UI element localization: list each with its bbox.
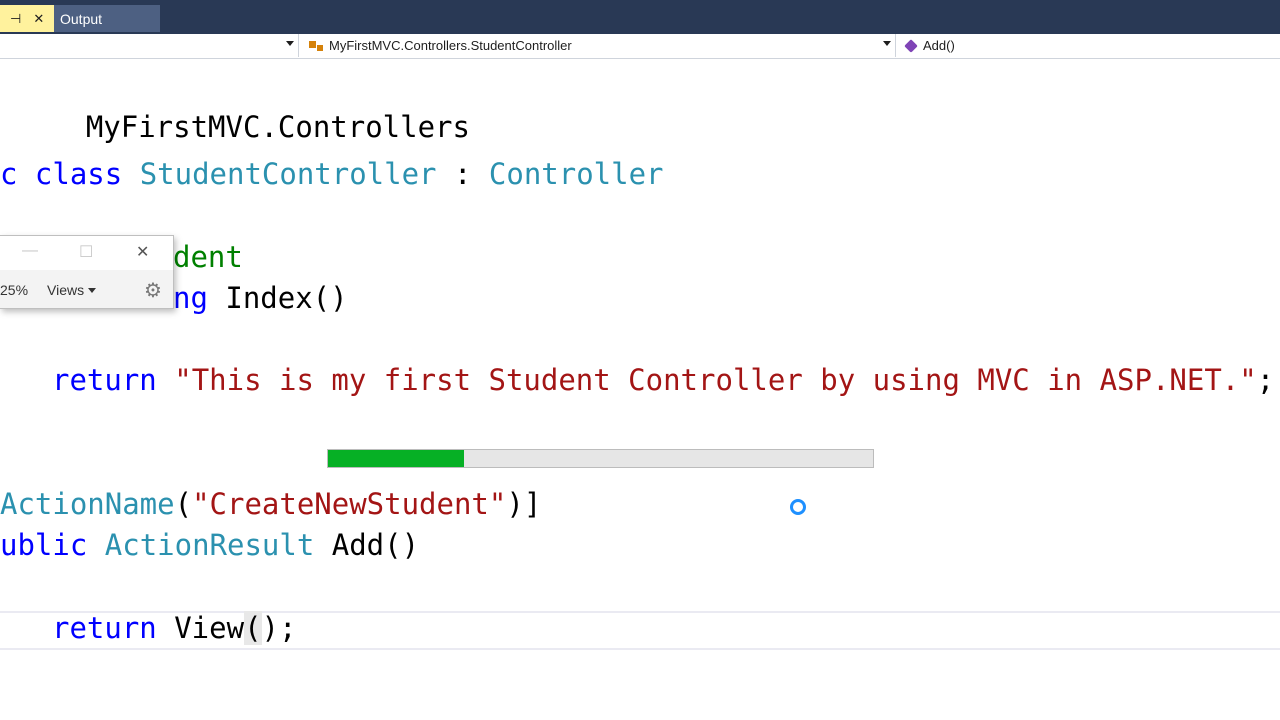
type-dropdown[interactable]: MyFirstMVC.Controllers.StudentController: [299, 34, 896, 57]
mini-window-titlebar[interactable]: — ☐ ✕: [0, 236, 173, 270]
zoom-level[interactable]: 25%: [0, 282, 28, 298]
code-line-return-string: return "This is my first Student Control…: [52, 363, 1275, 397]
chevron-down-icon: [286, 41, 294, 46]
progress-fill: [328, 450, 465, 467]
code-line-class: c class StudentController : Controller: [0, 157, 664, 191]
maximize-icon[interactable]: ☐: [79, 242, 93, 262]
views-label: Views: [47, 282, 85, 298]
chevron-down-icon: [883, 41, 891, 46]
gear-icon[interactable]: ⚙: [144, 278, 162, 303]
pin-icon[interactable]: ⊣: [10, 11, 21, 27]
mini-window-toolbar: 25% Views ⚙: [0, 270, 173, 308]
project-dropdown[interactable]: [0, 34, 299, 57]
tab-output[interactable]: Output: [54, 5, 160, 32]
code-line-attribute: ActionName("CreateNewStudent")]: [0, 487, 542, 521]
code-line-comment: dent: [173, 240, 243, 274]
member-dropdown[interactable]: Add(): [897, 34, 1280, 57]
code-line-return-view: return View();: [52, 611, 297, 645]
type-dropdown-label: MyFirstMVC.Controllers.StudentController: [329, 38, 572, 53]
document-tab-strip: ⊣ ✕ Output: [0, 0, 1280, 34]
navigation-bar: MyFirstMVC.Controllers.StudentController…: [0, 34, 1280, 59]
progress-bar: [327, 449, 874, 468]
tab-output-label: Output: [60, 10, 103, 27]
close-tab-icon[interactable]: ✕: [33, 11, 44, 27]
mini-window: — ☐ ✕ 25% Views ⚙: [0, 235, 174, 309]
views-dropdown[interactable]: Views: [47, 282, 97, 298]
member-dropdown-label: Add(): [923, 38, 955, 53]
code-editor[interactable]: MyFirstMVC.Controllers c class StudentCo…: [0, 59, 1280, 720]
code-line-index: ng Index(): [173, 281, 348, 315]
busy-cursor-icon: [790, 499, 806, 515]
code-line-add-method: ublic ActionResult Add(): [0, 528, 420, 562]
close-icon[interactable]: ✕: [136, 242, 149, 262]
chevron-down-icon: [88, 287, 97, 293]
method-icon: [904, 38, 918, 53]
tab-active-file[interactable]: ⊣ ✕: [0, 5, 54, 32]
minimize-icon[interactable]: —: [22, 242, 38, 260]
class-icon: [309, 39, 325, 53]
